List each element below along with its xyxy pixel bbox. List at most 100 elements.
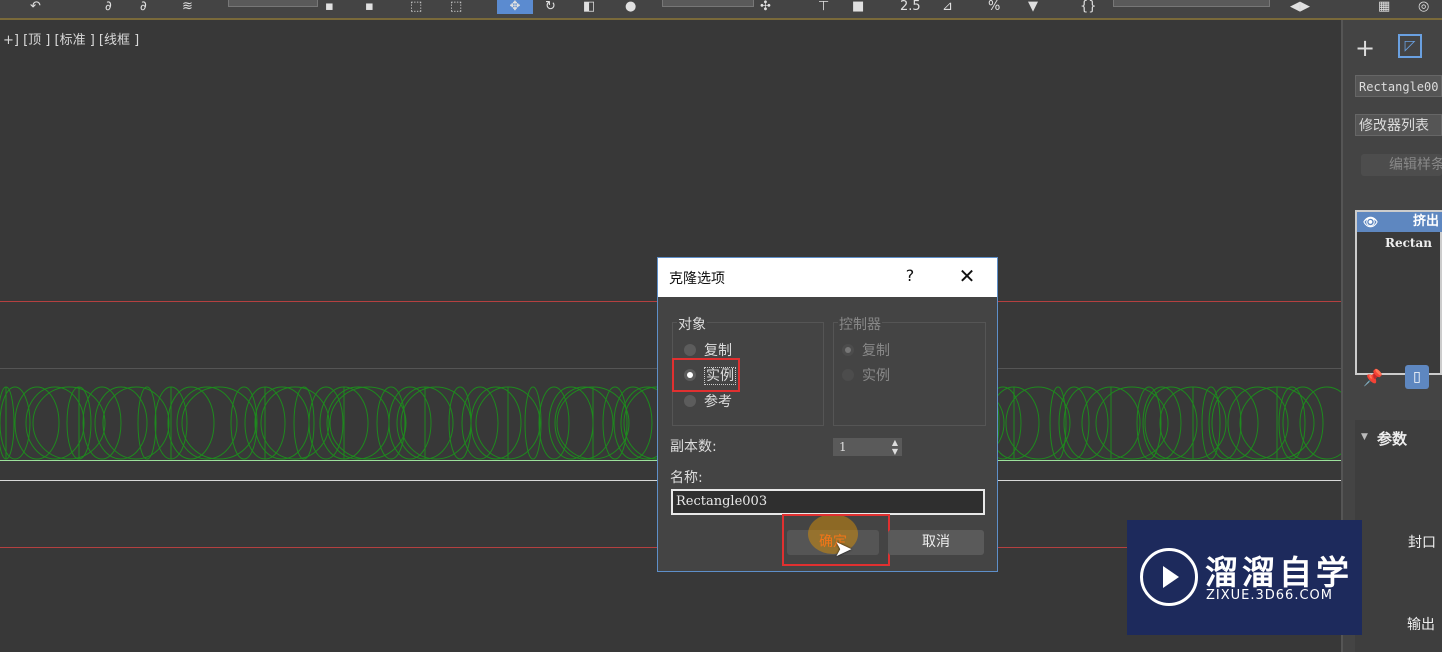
spinner-arrows-icon[interactable]: ▲ ▼ [892, 438, 898, 456]
wireframe-ring [230, 386, 258, 460]
wireframe-ring [554, 386, 614, 460]
move-icon[interactable]: ✥ [497, 0, 533, 14]
angle-snap-icon[interactable]: ⊿ [942, 0, 953, 14]
eye-icon[interactable]: 👁 [1363, 212, 1378, 232]
pin-stack-icon[interactable]: 📌 [1363, 368, 1383, 387]
object-copy-radio[interactable] [684, 344, 696, 356]
wireframe-ring [1142, 386, 1182, 460]
modifier-stack: 👁 挤出 Rectan [1355, 210, 1442, 375]
edit-named-selection-icon[interactable]: {} [1080, 0, 1097, 14]
help-button[interactable]: ? [902, 266, 918, 285]
selection-filter[interactable] [228, 0, 318, 7]
main-toolbar: ↶ ∂ ∂ ≋ ▪ ▪ ⬚ ⬚ ✥ ↻ ◧ ● ✣ ⊤ ■ 2.5 ⊿ % ▼ … [0, 0, 1442, 20]
viewport-label[interactable]: +] [顶 ] [标准 ] [线框 ] [3, 29, 139, 48]
wireframe-ring [461, 386, 499, 460]
snap-toggle-icon[interactable]: ■ [852, 0, 864, 14]
close-icon[interactable]: ✕ [956, 264, 978, 288]
link-icon[interactable]: ∂ [105, 0, 112, 14]
instance-highlight [672, 358, 740, 392]
wireframe-ring [548, 386, 594, 460]
object-group-title: 对象 [677, 314, 707, 334]
wireframe-ring [1063, 386, 1109, 460]
select-by-name-icon[interactable]: ▪ [365, 0, 374, 14]
object-copy-label: 复制 [704, 343, 732, 359]
name-label: 名称: [670, 470, 703, 486]
wireframe-ring [1136, 386, 1162, 460]
select-icon[interactable]: ▪ [325, 0, 334, 14]
wireframe-ring [293, 386, 315, 460]
copies-label: 副本数: [670, 439, 717, 455]
wireframe-ring [400, 386, 472, 460]
wireframe-ring [1144, 386, 1198, 460]
scene-explorer-icon[interactable]: ◎ [1418, 0, 1429, 14]
wireframe-ring [602, 386, 628, 460]
controller-instance-option: 实例 [842, 366, 890, 386]
play-logo-icon [1140, 548, 1198, 606]
parameters-rollout: ▼ 参数 封口 输出 [1355, 420, 1442, 652]
wireframe-ring [1299, 386, 1341, 460]
rect-select-icon[interactable]: ⬚ [410, 0, 422, 14]
dialog-title: 克隆选项 [669, 271, 725, 287]
controller-instance-label: 实例 [862, 368, 890, 384]
wireframe-ring [326, 386, 390, 460]
modifier-list-dropdown[interactable]: 修改器列表 [1355, 114, 1442, 136]
stack-item-extrude[interactable]: 👁 挤出 [1357, 212, 1442, 232]
controller-copy-label: 复制 [862, 343, 890, 359]
edit-spline-button[interactable]: 编辑样条 [1361, 154, 1442, 176]
window-crossing-icon[interactable]: ⬚ [450, 0, 462, 14]
layer-icon[interactable]: ▦ [1378, 0, 1390, 14]
rotate-icon[interactable]: ↻ [545, 0, 556, 14]
keyboard-shortcut-icon[interactable]: ⊤ [818, 0, 829, 14]
controller-instance-radio [842, 369, 854, 381]
unlink-icon[interactable]: ∂ [140, 0, 147, 14]
wireframe-ring [260, 386, 330, 460]
object-reference-label: 参考 [704, 394, 732, 410]
parameters-title[interactable]: 参数 [1377, 428, 1407, 449]
snap-2-5d-icon[interactable]: 2.5 [900, 0, 921, 14]
mouse-cursor-icon: ➤ [834, 537, 853, 562]
bind-icon[interactable]: ≋ [182, 0, 193, 14]
clone-options-dialog: 克隆选项 ? ✕ 对象 复制 实例 参考 控制器 复制 实例 副本数: 1 ▲ ▼… [657, 257, 998, 572]
object-reference-radio[interactable] [684, 395, 696, 407]
scale-icon[interactable]: ◧ [583, 0, 595, 14]
wireframe-ring [254, 386, 310, 460]
named-selection-set-field[interactable] [1113, 0, 1270, 7]
object-name-field[interactable]: Rectangle00 [1355, 75, 1442, 97]
watermark-title: 溜溜自学 [1205, 553, 1353, 592]
watermark-logo: 溜溜自学 ZIXUE.3D66.COM [1127, 520, 1362, 635]
cancel-button[interactable]: 取消 [888, 530, 984, 555]
object-reference-option[interactable]: 参考 [684, 392, 732, 412]
controller-copy-option: 复制 [842, 341, 890, 361]
wireframe-ring [32, 386, 106, 460]
dialog-title-bar[interactable]: 克隆选项 ? ✕ [658, 258, 997, 297]
percent-snap-icon[interactable]: % [988, 0, 1000, 14]
stack-item-extrude-label: 挤出 [1413, 214, 1440, 229]
wireframe-ring [25, 386, 85, 460]
pivot-icon[interactable]: ✣ [760, 0, 771, 14]
copies-value[interactable]: 1 [839, 440, 847, 454]
copies-spinner[interactable]: 1 ▲ ▼ [833, 438, 902, 456]
wireframe-ring [470, 386, 522, 460]
wireframe-ring [14, 386, 60, 460]
place-icon[interactable]: ● [625, 0, 636, 14]
undo-icon[interactable]: ↶ [30, 0, 41, 14]
rollout-collapse-icon[interactable]: ▼ [1361, 432, 1368, 442]
watermark-subtitle: ZIXUE.3D66.COM [1206, 588, 1333, 603]
modify-tab-icon[interactable]: ◸ [1398, 34, 1422, 58]
name-input[interactable]: Rectangle003 [671, 489, 985, 515]
wireframe-ring [1005, 386, 1071, 460]
wireframe-ring [167, 386, 215, 460]
create-tab-icon[interactable]: + [1355, 34, 1375, 62]
reference-coordinate-dropdown[interactable] [662, 0, 754, 7]
show-end-result-icon[interactable]: ▯ [1405, 365, 1429, 389]
output-group-label: 输出 [1407, 617, 1435, 633]
cap-group-label: 封口 [1408, 535, 1436, 551]
wireframe-ring [0, 386, 15, 460]
stack-item-base[interactable]: Rectan [1357, 234, 1442, 252]
wireframe-ring [1201, 386, 1221, 460]
spinner-snap-icon[interactable]: ▼ [1028, 0, 1038, 14]
mirror-icon[interactable]: ◀▶ [1290, 0, 1310, 14]
wireframe-ring [538, 386, 570, 460]
controller-copy-radio [842, 344, 854, 356]
controller-group-title: 控制器 [838, 314, 882, 334]
